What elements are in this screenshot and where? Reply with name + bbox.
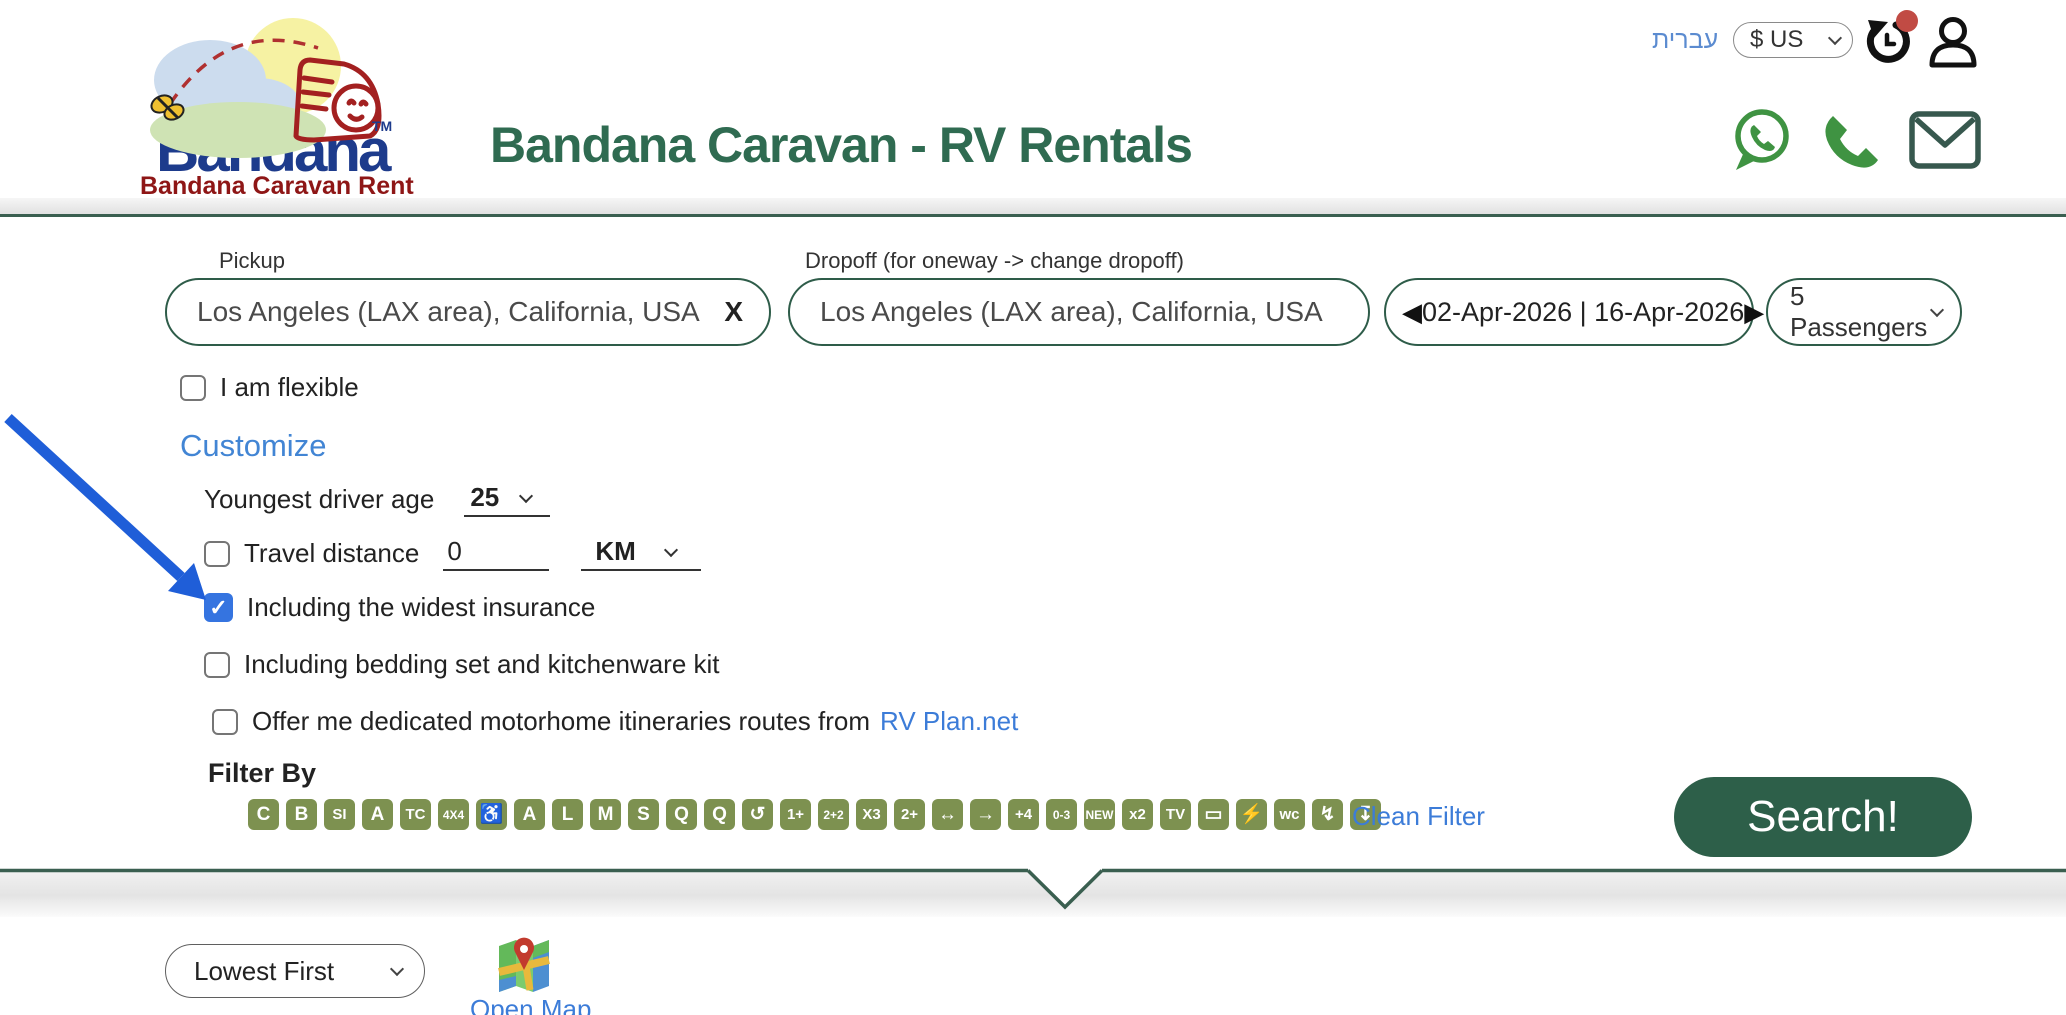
filter-icon-swap[interactable]: ↺ bbox=[742, 799, 773, 830]
filter-icon-power[interactable]: ⚡ bbox=[1236, 799, 1267, 830]
travel-distance-field bbox=[443, 536, 549, 571]
filter-icon-truck-camper[interactable]: TC bbox=[400, 799, 431, 830]
date-range-value[interactable]: 02-Apr-2026 | 16-Apr-2026 bbox=[1422, 297, 1744, 328]
distance-unit-value: KM bbox=[595, 536, 635, 567]
itineraries-checkbox[interactable] bbox=[212, 709, 238, 735]
page-title: Bandana Caravan - RV Rentals bbox=[490, 116, 1192, 174]
person-icon bbox=[1926, 16, 1980, 68]
search-button[interactable]: Search! bbox=[1674, 777, 1972, 857]
date-range-field[interactable]: ◀ 02-Apr-2026 | 16-Apr-2026 ▶ bbox=[1384, 278, 1754, 346]
itineraries-label: Offer me dedicated motorhome itineraries… bbox=[252, 706, 870, 737]
contact-icons bbox=[1730, 108, 1986, 172]
filter-icon-large-rv[interactable]: L bbox=[552, 799, 583, 830]
clean-filter-link[interactable]: Clean Filter bbox=[1352, 801, 1485, 832]
whatsapp-icon[interactable] bbox=[1730, 108, 1792, 172]
language-switch-link[interactable]: עברית bbox=[1652, 26, 1718, 55]
distance-unit-select[interactable]: KM bbox=[581, 536, 701, 571]
flexible-label: I am flexible bbox=[220, 372, 359, 403]
filter-icon-plus-4[interactable]: +4 bbox=[1008, 799, 1039, 830]
insurance-label: Including the widest insurance bbox=[247, 592, 595, 623]
flexible-checkbox[interactable] bbox=[180, 375, 206, 401]
dates-prev-icon[interactable]: ◀ bbox=[1402, 297, 1422, 328]
filter-icon-medium-rv[interactable]: M bbox=[590, 799, 621, 830]
filter-icon-a-class[interactable]: A bbox=[362, 799, 393, 830]
filter-icon-width[interactable]: ↔ bbox=[932, 799, 963, 830]
dates-next-icon[interactable]: ▶ bbox=[1744, 297, 1764, 328]
bedding-checkbox[interactable] bbox=[204, 652, 230, 678]
filter-by-label: Filter By bbox=[208, 758, 316, 789]
passengers-value: 5 Passengers bbox=[1790, 281, 1932, 343]
chevron-down-icon bbox=[664, 542, 678, 556]
logo-caption: Bandana Caravan Rent bbox=[140, 172, 414, 201]
phone-icon[interactable] bbox=[1820, 110, 1880, 170]
filter-icon-bed[interactable]: ▭ bbox=[1198, 799, 1229, 830]
filter-icon-ages-0-3[interactable]: 0-3 bbox=[1046, 799, 1077, 830]
history-button[interactable] bbox=[1860, 12, 1916, 68]
insurance-checkbox[interactable]: ✓ bbox=[204, 593, 233, 622]
filter-icon-quick-y[interactable]: Q bbox=[666, 799, 697, 830]
travel-distance-checkbox[interactable] bbox=[204, 541, 230, 567]
email-icon[interactable] bbox=[1908, 109, 1982, 171]
driver-age-value: 25 bbox=[470, 482, 499, 513]
pickup-label: Pickup bbox=[219, 248, 285, 274]
sort-order-select[interactable]: Lowest First bbox=[165, 944, 425, 998]
filter-icon-b-class[interactable]: B bbox=[286, 799, 317, 830]
site-logo[interactable]: Bandana TM Bandana Caravan Rent bbox=[128, 8, 418, 198]
sort-order-value: Lowest First bbox=[194, 956, 334, 987]
filter-icon-family-plus[interactable]: 2+ bbox=[894, 799, 925, 830]
dropoff-input[interactable] bbox=[820, 296, 1342, 328]
filter-icon-new-rv[interactable]: NEW bbox=[1084, 799, 1115, 830]
filter-icon-wheelchair-accessible[interactable]: ♿ bbox=[476, 799, 507, 830]
open-map-button[interactable] bbox=[496, 936, 552, 992]
filter-icon-semi-integrated[interactable]: SI bbox=[324, 799, 355, 830]
filter-icon-automatic[interactable]: A bbox=[514, 799, 545, 830]
dropoff-field bbox=[788, 278, 1370, 346]
filter-icon-c-class[interactable]: C bbox=[248, 799, 279, 830]
driver-age-select[interactable]: 25 bbox=[464, 482, 550, 517]
chevron-down-icon bbox=[1930, 303, 1944, 317]
filter-icon-tv[interactable]: TV bbox=[1160, 799, 1191, 830]
account-button[interactable] bbox=[1926, 16, 1980, 66]
customize-link[interactable]: Customize bbox=[180, 428, 326, 464]
filter-icons-row: CBSIATC4X4♿ALMSQQ↺1+2+2X32+↔→+40-3NEWx2T… bbox=[248, 799, 1381, 830]
logo-trademark: TM bbox=[372, 118, 392, 134]
filter-icon-seats-2plus2[interactable]: 2+2 bbox=[818, 799, 849, 830]
travel-distance-label: Travel distance bbox=[244, 538, 419, 569]
pickup-field: X bbox=[165, 278, 771, 346]
pickup-input[interactable] bbox=[197, 296, 716, 328]
chevron-down-icon bbox=[519, 488, 533, 502]
bedding-label: Including bedding set and kitchenware ki… bbox=[244, 649, 720, 680]
map-icon bbox=[496, 936, 552, 992]
driver-age-label: Youngest driver age bbox=[204, 484, 434, 515]
page: Bandana TM Bandana Caravan Rent Bandana … bbox=[0, 0, 2066, 1015]
travel-distance-input[interactable] bbox=[447, 536, 537, 567]
dropoff-label: Dropoff (for oneway -> change dropoff) bbox=[805, 248, 1184, 274]
open-map-link[interactable]: Open Map bbox=[470, 994, 591, 1015]
rv-plan-link[interactable]: RV Plan.net bbox=[880, 706, 1018, 737]
checkmark-icon: ✓ bbox=[209, 595, 227, 621]
divider-chevron-icon bbox=[0, 867, 2066, 913]
filter-icon-sleeps-x3[interactable]: X3 bbox=[856, 799, 887, 830]
clear-pickup-button[interactable]: X bbox=[724, 296, 743, 328]
currency-select[interactable]: $ US bbox=[1733, 22, 1853, 58]
currency-value: $ US bbox=[1750, 26, 1803, 54]
filter-icon-one-way[interactable]: → bbox=[970, 799, 1001, 830]
passengers-select[interactable]: 5 Passengers bbox=[1766, 278, 1962, 346]
filter-icon-4x4[interactable]: 4X4 bbox=[438, 799, 469, 830]
filter-icon-small-rv[interactable]: S bbox=[628, 799, 659, 830]
filter-icon-wc[interactable]: wc bbox=[1274, 799, 1305, 830]
chevron-down-icon bbox=[390, 962, 404, 976]
filter-icon-driver-plus[interactable]: 1+ bbox=[780, 799, 811, 830]
filter-icon-shower[interactable]: ↯ bbox=[1312, 799, 1343, 830]
chevron-down-icon bbox=[1828, 31, 1842, 45]
filter-icon-family[interactable]: x2 bbox=[1122, 799, 1153, 830]
notification-badge bbox=[1896, 10, 1918, 32]
filter-icon-quick-c[interactable]: Q bbox=[704, 799, 735, 830]
